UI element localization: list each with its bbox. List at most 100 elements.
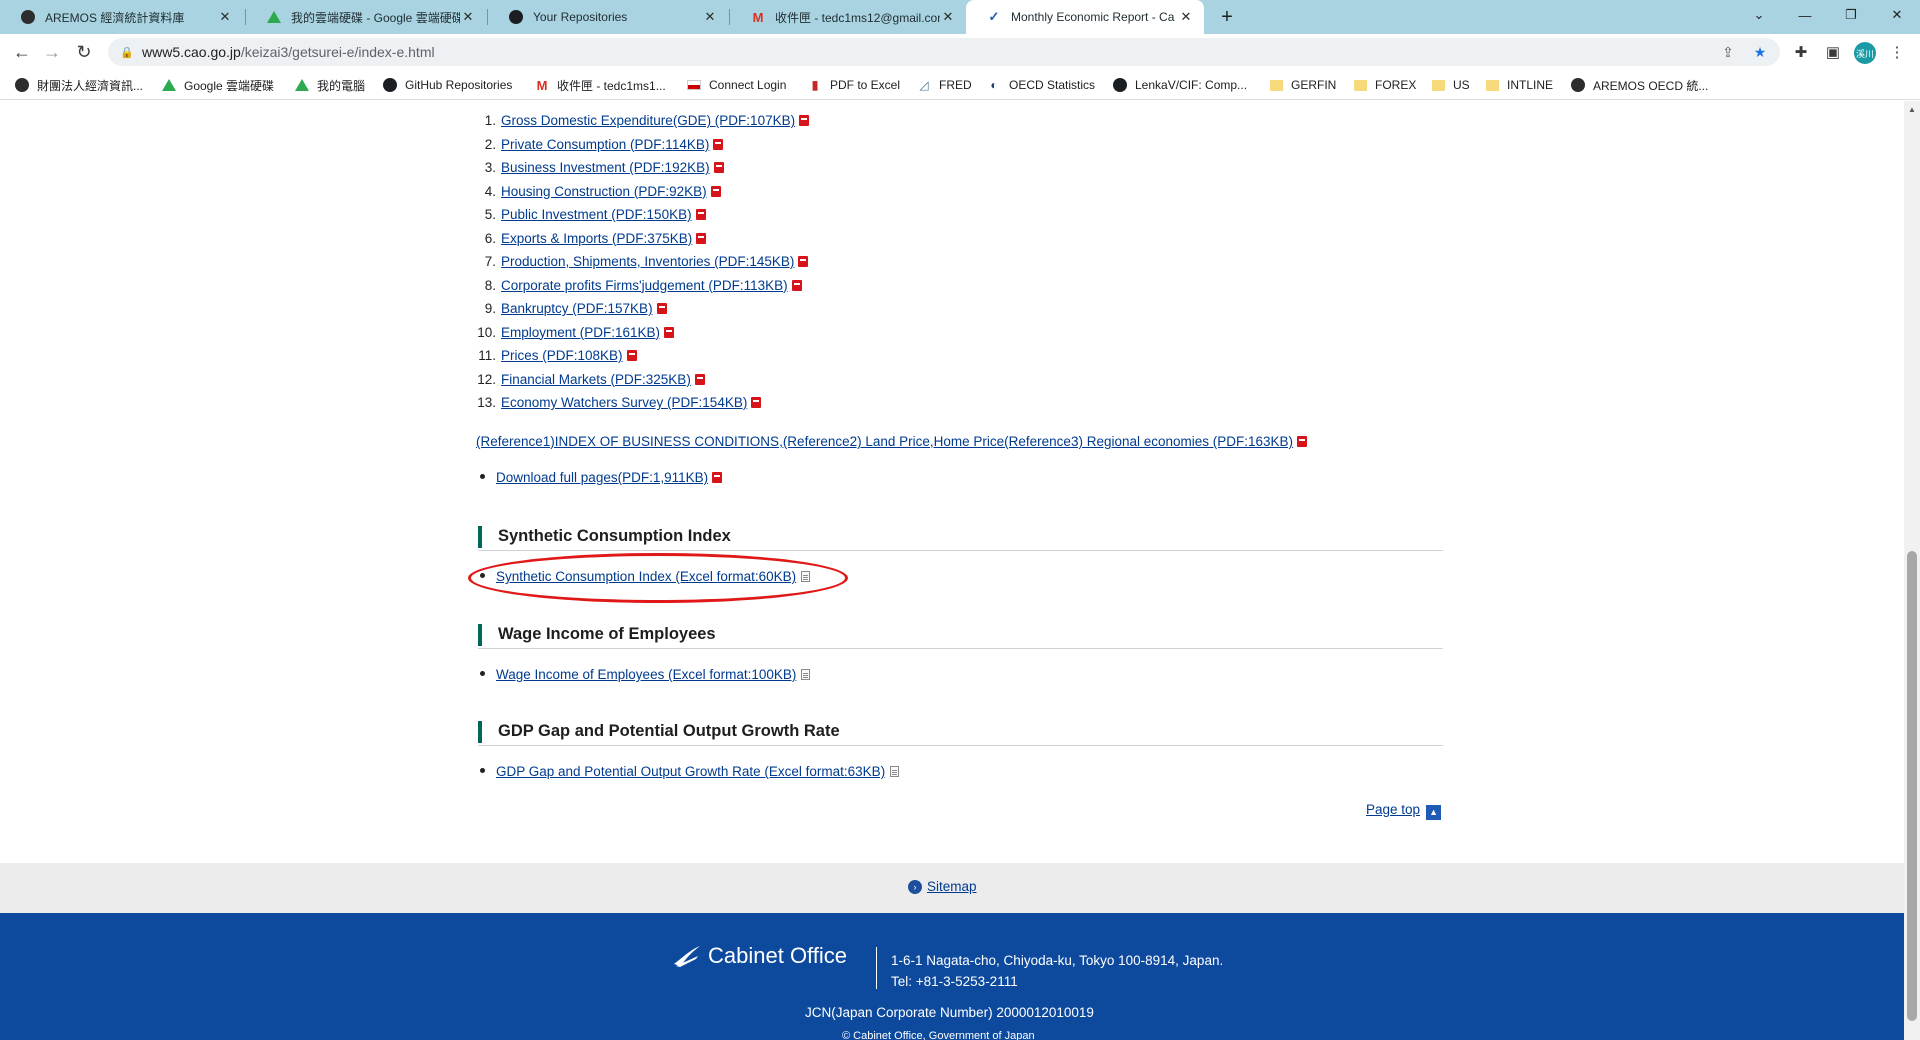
profile-avatar[interactable]: 溪川 [1854,42,1876,64]
bookmark-item[interactable]: AREMOS OECD 統... [1570,75,1708,95]
bookmark-item[interactable]: Google 雲端硬碟 [161,75,274,95]
wage-income-link[interactable]: Wage Income of Employees (Excel format:1… [496,667,796,682]
report-link[interactable]: Prices (PDF:108KB) [501,348,623,363]
tab-monthly-economic-report[interactable]: ✓ Monthly Economic Report - Ca ✕ [966,0,1204,34]
report-link[interactable]: Production, Shipments, Inventories (PDF:… [501,254,794,269]
bookmark-item[interactable]: M 收件匣 - tedc1ms1... [534,75,666,95]
section-title: Wage Income of Employees [498,625,716,643]
report-link[interactable]: Housing Construction (PDF:92KB) [501,184,707,199]
sitemap-band: › Sitemap [0,863,1904,913]
page-scrollbar[interactable]: ▲ [1904,101,1920,1040]
list-item: 5. Public Investment (PDF:150KB) [471,207,706,227]
bookmark-item[interactable]: ▮ PDF to Excel [807,75,900,95]
report-link[interactable]: Private Consumption (PDF:114KB) [501,137,709,152]
document-icon [801,669,811,680]
reference-link[interactable]: (Reference1)INDEX OF BUSINESS CONDITIONS… [476,434,1293,449]
close-icon[interactable]: ✕ [940,9,956,25]
bullet-dot [480,768,485,773]
bookmark-item[interactable]: ◿ FRED [916,75,971,95]
address-bar[interactable]: 🔒 www5.cao.go.jp/keizai3/getsurei-e/inde… [108,38,1780,66]
globe-icon [1570,77,1586,93]
scroll-up-arrow-icon[interactable]: ▲ [1904,101,1920,117]
tab-title: 收件匣 - tedc1ms12@gmail.com [775,10,940,25]
pdf-icon [656,303,667,314]
tab-github[interactable]: Your Repositories ✕ [488,0,728,34]
list-item: 10. Employment (PDF:161KB) [471,325,675,345]
extensions-puzzle-icon[interactable]: ✚ [1790,41,1812,63]
bookmark-item[interactable]: 我的電腦 [294,75,365,95]
folder-icon [1268,77,1284,93]
pdf-icon [696,232,707,244]
forward-arrow-icon[interactable]: → [40,40,64,64]
report-link[interactable]: Exports & Imports (PDF:375KB) [501,231,692,246]
cabinet-office-icon: ✓ [988,9,1000,24]
list-item: 7. Production, Shipments, Inventories (PD… [471,254,809,274]
close-window-icon[interactable]: ✕ [1874,0,1920,30]
list-item: 9. Bankruptcy (PDF:157KB) [471,301,667,321]
bookmark-item[interactable]: ◐ OECD Statistics [986,75,1095,95]
globe-icon [14,77,30,93]
report-link[interactable]: Corporate profits Firms'judgement (PDF:1… [501,278,788,293]
report-link[interactable]: Financial Markets (PDF:325KB) [501,372,691,387]
side-panel-icon[interactable]: ▣ [1822,41,1844,63]
pdf-icon [713,138,724,150]
pdf-icon [695,209,706,220]
sitemap-link[interactable]: Sitemap [927,879,977,894]
tab-google-drive[interactable]: 我的雲端硬碟 - Google 雲端硬碟 ✕ [246,0,486,34]
footer-jcn: JCN(Japan Corporate Number) 200001201001… [805,1005,1094,1020]
new-tab-plus-icon[interactable]: + [1213,0,1241,34]
section-accent-bar [478,624,482,646]
gmail-icon: M [752,9,764,25]
close-icon[interactable]: ✕ [702,9,718,25]
list-item: 11. Prices (PDF:108KB) [471,348,637,368]
bookmark-item[interactable]: INTLINE [1484,75,1553,95]
page-top-link[interactable]: Page top [1366,802,1420,817]
tab-search-chevron-icon[interactable]: ⌄ [1736,0,1782,30]
restore-icon[interactable]: ❐ [1828,0,1874,30]
tab-gmail[interactable]: M 收件匣 - tedc1ms12@gmail.com ✕ [730,0,966,34]
google-drive-icon [266,9,282,25]
footer-address: 1-6-1 Nagata-cho, Chiyoda-ku, Tokyo 100-… [891,953,1224,968]
list-item: 13. Economy Watchers Survey (PDF:154KB) [471,395,762,415]
folder-icon [1484,77,1500,93]
minimize-icon[interactable]: — [1782,0,1828,30]
tab-title: AREMOS 經濟統計資料庫 [45,10,185,25]
bookmark-item[interactable]: LenkaV/CIF: Comp... [1112,75,1247,95]
more-menu-icon[interactable]: ⋮ [1886,41,1908,63]
logo-text: Cabinet Office [708,943,848,968]
chart-icon: ◿ [919,78,929,92]
report-link[interactable]: Economy Watchers Survey (PDF:154KB) [501,395,747,410]
report-link[interactable]: Public Investment (PDF:150KB) [501,207,692,222]
cabinet-office-logo[interactable]: Cabinet Office [672,943,847,969]
pdf-icon [798,256,809,267]
tab-aremos[interactable]: AREMOS 經濟統計資料庫 ✕ [0,0,243,34]
report-link[interactable]: Employment (PDF:161KB) [501,325,660,340]
bookmark-item[interactable]: FOREX [1352,75,1416,95]
list-item: 8. Corporate profits Firms'judgement (PDF… [471,278,802,298]
arrow-up-icon[interactable]: ▲ [1426,805,1442,820]
close-icon[interactable]: ✕ [1178,9,1194,25]
section-heading-gdp-gap: GDP Gap and Potential Output Growth Rate [478,716,1443,746]
pdf-icon [712,472,723,483]
gdp-gap-link[interactable]: GDP Gap and Potential Output Growth Rate… [496,764,885,779]
oecd-icon: ◐ [990,78,998,92]
share-icon[interactable]: ⇪ [1718,42,1738,62]
reload-icon[interactable]: ↻ [72,40,96,64]
report-link[interactable]: Gross Domestic Expenditure(GDE) (PDF:107… [501,113,795,128]
close-icon[interactable]: ✕ [460,9,476,25]
flag-icon [686,77,702,93]
download-full-link[interactable]: Download full pages(PDF:1,911KB) [496,470,708,485]
back-arrow-icon[interactable]: ← [10,40,34,64]
scrollbar-thumb[interactable] [1907,551,1917,1021]
bookmark-item[interactable]: US [1430,75,1470,95]
bookmark-item[interactable]: GERFIN [1268,75,1336,95]
close-icon[interactable]: ✕ [217,9,233,25]
bookmark-item[interactable]: 財團法人經濟資訊... [14,75,143,95]
bookmark-star-icon[interactable]: ★ [1750,42,1770,62]
github-icon [382,77,398,93]
bookmark-item[interactable]: GitHub Repositories [382,75,512,95]
bookmark-item[interactable]: Connect Login [686,75,786,95]
report-link[interactable]: Business Investment (PDF:192KB) [501,160,710,175]
report-link[interactable]: Bankruptcy (PDF:157KB) [501,301,653,316]
cabinet-office-swoosh-icon [674,946,700,967]
